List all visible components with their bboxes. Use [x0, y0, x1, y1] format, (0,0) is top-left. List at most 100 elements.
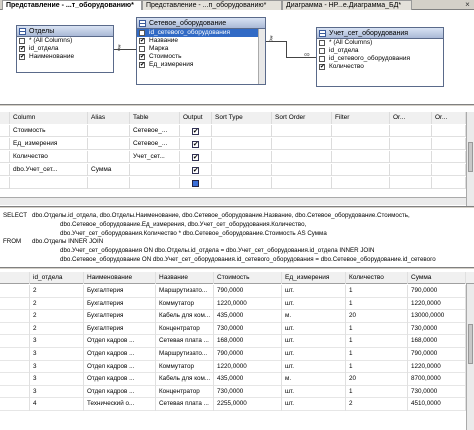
table-row[interactable]: 3 Отдел кадров ... Кабель для ком... 435,00…	[0, 373, 466, 386]
column-header[interactable]: Стоимость	[214, 272, 282, 284]
table-cell[interactable]: Кабель для ком...	[156, 373, 214, 386]
table-cell[interactable]: Сетевая плата ...	[156, 335, 214, 348]
table-header[interactable]: Учет_сет_оборудования	[317, 28, 443, 39]
criteria-or-cell[interactable]	[390, 138, 432, 150]
table-cell[interactable]: Маршрутизато...	[156, 348, 214, 361]
close-tab-icon[interactable]: ×	[463, 1, 472, 9]
table-cell[interactable]: шт.	[282, 348, 346, 361]
table-cell[interactable]: шт.	[282, 360, 346, 374]
table-cell[interactable]: Бухгалтерия	[84, 297, 156, 311]
criteria-sort-type-cell[interactable]	[212, 164, 272, 176]
checkbox[interactable]	[19, 38, 25, 44]
table-cell[interactable]: 730,0000	[408, 385, 466, 399]
table-cell[interactable]: 435,0000	[214, 373, 282, 386]
column-row[interactable]: * (All Columns)	[17, 37, 113, 45]
criteria-sort-type-cell[interactable]	[212, 151, 272, 163]
column-header[interactable]: id_отдела	[30, 272, 84, 284]
table-row[interactable]: 2 Бухгалтерия Маршрутизато... 790,0000 шт. 1 7…	[0, 285, 466, 298]
column-row[interactable]: id_сетевого_оборудования	[137, 29, 265, 37]
checkbox[interactable]	[319, 40, 325, 46]
table-cell[interactable]: Технический о...	[84, 398, 156, 411]
diagram-pane[interactable]: Отделы * (All Columns) id_отдела Наимено…	[0, 11, 474, 103]
table-cell[interactable]: 13000,0000	[408, 310, 466, 323]
pane-splitter[interactable]	[0, 206, 474, 209]
table-cell[interactable]: Коммутатор	[156, 360, 214, 374]
criteria-or-cell[interactable]	[432, 164, 466, 176]
row-selector[interactable]	[0, 151, 10, 163]
column-header[interactable]: Column	[10, 112, 88, 124]
table-cell[interactable]: м.	[282, 373, 346, 386]
table-cell[interactable]: 790,0000	[214, 348, 282, 361]
table-cell[interactable]: Сетевая плата ...	[156, 398, 214, 411]
criteria-table-cell[interactable]	[130, 177, 180, 189]
table-cell[interactable]: 1	[346, 297, 408, 311]
table-cell[interactable]: 20	[346, 310, 408, 323]
criteria-or-cell[interactable]	[390, 164, 432, 176]
criteria-sort-order-cell[interactable]	[272, 125, 332, 137]
criteria-alias-cell[interactable]	[88, 151, 130, 163]
row-selector[interactable]	[0, 138, 10, 150]
table-cell[interactable]: 1	[346, 322, 408, 336]
checkbox[interactable]	[139, 61, 145, 69]
table-cell[interactable]: шт.	[282, 335, 346, 348]
criteria-row[interactable]: dbo.Учет_сет... Сумма	[0, 164, 466, 176]
criteria-table-cell[interactable]	[130, 164, 180, 176]
row-selector[interactable]	[0, 322, 30, 336]
row-selector[interactable]	[0, 297, 30, 311]
criteria-column-cell[interactable]: Ед_измерения	[10, 138, 88, 150]
table-row[interactable]: 3 Отдел кадров ... Коммутатор 1220,0000 шт. 1…	[0, 360, 466, 374]
scroll-thumb[interactable]	[468, 142, 473, 172]
table-cell[interactable]: 1	[346, 335, 408, 348]
column-header[interactable]: Количество	[346, 272, 408, 284]
table-cell[interactable]: 4510,0000	[408, 398, 466, 411]
criteria-or-cell[interactable]	[432, 177, 466, 189]
table-cell[interactable]: м.	[282, 310, 346, 323]
criteria-filter-cell[interactable]	[332, 151, 390, 163]
table-scrollbar[interactable]	[258, 29, 265, 84]
scroll-thumb[interactable]	[468, 324, 473, 364]
table-cell[interactable]: шт.	[282, 398, 346, 411]
output-checkbox[interactable]	[192, 180, 199, 187]
criteria-vertical-scrollbar[interactable]	[466, 112, 474, 207]
table-row[interactable]: 3 Отдел кадров ... Сетевая плата ... 168,00…	[0, 335, 466, 348]
row-selector[interactable]	[0, 164, 10, 176]
column-header[interactable]: Or...	[390, 112, 432, 124]
checkbox[interactable]	[139, 30, 145, 36]
row-selector[interactable]	[0, 385, 30, 399]
checkbox[interactable]	[139, 53, 145, 61]
criteria-alias-cell[interactable]: Сумма	[88, 164, 130, 176]
row-selector[interactable]	[0, 310, 30, 323]
output-checkbox[interactable]	[192, 153, 199, 162]
table-setevoe-oborudovanie[interactable]: Сетевое_оборудование id_сетевого_оборудо…	[136, 17, 266, 85]
pane-splitter[interactable]	[0, 267, 474, 270]
criteria-column-cell[interactable]: Стоимость	[10, 125, 88, 137]
table-cell[interactable]: Бухгалтерия	[84, 285, 156, 298]
criteria-row-new[interactable]	[0, 177, 466, 189]
sql-pane[interactable]: SELECT dbo.Отделы.id_отдела, dbo.Отделы.…	[0, 210, 474, 265]
table-cell[interactable]: 730,0000	[214, 322, 282, 336]
table-cell[interactable]: 1220,0000	[408, 360, 466, 374]
criteria-column-cell[interactable]	[10, 177, 88, 189]
criteria-alias-cell[interactable]	[88, 177, 130, 189]
column-header[interactable]: Сумма	[408, 272, 466, 284]
table-cell[interactable]: 20	[346, 373, 408, 386]
column-header[interactable]: Or...	[432, 112, 466, 124]
table-cell[interactable]: 730,0000	[408, 322, 466, 336]
table-cell[interactable]: 2	[30, 322, 84, 336]
table-cell[interactable]: Концентратор	[156, 385, 214, 399]
criteria-row[interactable]: Стоимость Сетевое_...	[0, 125, 466, 137]
column-row[interactable]: id_отдела	[317, 47, 443, 55]
table-uchet-set-oborudovaniya[interactable]: Учет_сет_оборудования * (All Columns) id…	[316, 27, 444, 87]
criteria-or-cell[interactable]	[432, 151, 466, 163]
table-cell[interactable]: 1	[346, 385, 408, 399]
row-selector[interactable]	[0, 335, 30, 348]
table-row[interactable]: 2 Бухгалтерия Концентратор 730,0000 шт. 1 730,…	[0, 322, 466, 336]
table-row[interactable]: 4 Технический о... Сетевая плата ... 2255,0…	[0, 398, 466, 411]
table-cell[interactable]: 3	[30, 385, 84, 399]
column-header[interactable]: Sort Order	[272, 112, 332, 124]
table-row[interactable]: 2 Бухгалтерия Кабель для ком... 435,0000 м. 2…	[0, 310, 466, 323]
table-cell[interactable]: 1	[346, 285, 408, 298]
table-header[interactable]: Отделы	[17, 26, 113, 37]
table-cell[interactable]: Концентратор	[156, 322, 214, 336]
table-cell[interactable]: шт.	[282, 297, 346, 311]
